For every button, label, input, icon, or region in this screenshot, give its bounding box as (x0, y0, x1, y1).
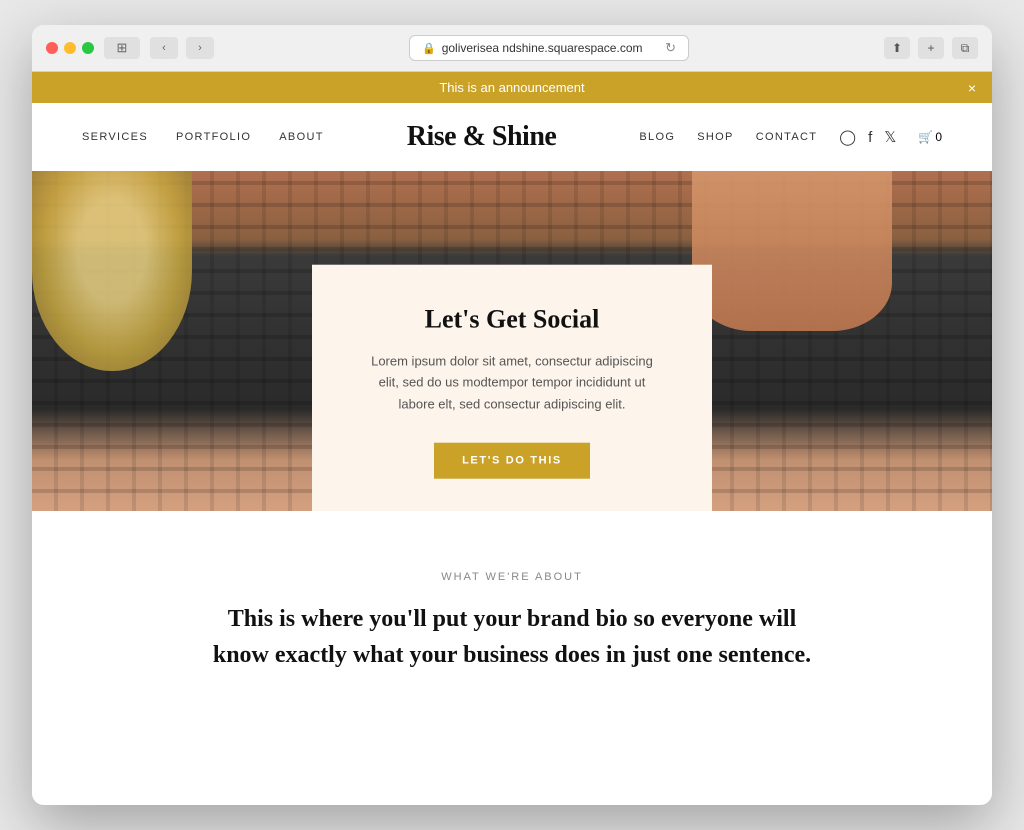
about-section: WHAT WE'RE ABOUT This is where you'll pu… (32, 511, 992, 713)
hero-card: Let's Get Social Lorem ipsum dolor sit a… (312, 265, 712, 511)
hero-section: Let's Get Social Lorem ipsum dolor sit a… (32, 171, 992, 511)
close-button[interactable] (46, 42, 58, 54)
cart-button[interactable]: 🛒 0 (918, 130, 942, 144)
nav-right: BLOG SHOP CONTACT ◯ f 𝕏 🛒 0 (639, 128, 942, 146)
facebook-icon[interactable]: f (868, 129, 872, 146)
nav-item-blog[interactable]: BLOG (639, 131, 675, 143)
forward-button[interactable]: › (186, 37, 214, 59)
tabs-button[interactable]: ⧉ (952, 37, 978, 59)
browser-window: ⊞ ‹ › 🔒 goliverisea ndshine.squarespace.… (32, 25, 992, 805)
about-headline: This is where you'll put your brand bio … (202, 601, 822, 673)
announcement-close-button[interactable]: × (968, 80, 976, 96)
twitter-icon[interactable]: 𝕏 (884, 128, 896, 146)
about-label: WHAT WE'RE ABOUT (82, 571, 942, 583)
url-display: goliverisea ndshine.squarespace.com (442, 41, 643, 55)
instagram-icon[interactable]: ◯ (839, 128, 856, 146)
website-content: This is an announcement × SERVICES PORTF… (32, 72, 992, 805)
announcement-text: This is an announcement (439, 80, 584, 95)
nav-item-about[interactable]: ABOUT (279, 131, 324, 143)
nav-social-links: ◯ f 𝕏 (839, 128, 896, 146)
hero-hand-decoration (692, 171, 892, 331)
cart-count: 0 (935, 130, 942, 144)
nav-item-portfolio[interactable]: PORTFOLIO (176, 131, 251, 143)
back-button[interactable]: ‹ (150, 37, 178, 59)
nav-item-shop[interactable]: SHOP (697, 131, 733, 143)
nav-item-services[interactable]: SERVICES (82, 131, 148, 143)
reload-icon[interactable]: ↻ (665, 40, 676, 56)
minimize-button[interactable] (64, 42, 76, 54)
browser-chrome: ⊞ ‹ › 🔒 goliverisea ndshine.squarespace.… (32, 25, 992, 72)
address-bar[interactable]: 🔒 goliverisea ndshine.squarespace.com ↻ (409, 35, 689, 61)
hero-card-title: Let's Get Social (362, 305, 662, 335)
lock-icon: 🔒 (422, 42, 436, 55)
address-bar-container: 🔒 goliverisea ndshine.squarespace.com ↻ (224, 35, 874, 61)
nav-left: SERVICES PORTFOLIO ABOUT (82, 131, 324, 143)
announcement-bar: This is an announcement × (32, 72, 992, 103)
sidebar-toggle-button[interactable]: ⊞ (104, 37, 140, 59)
hero-card-body: Lorem ipsum dolor sit amet, consectur ad… (362, 351, 662, 415)
share-button[interactable]: ⬆ (884, 37, 910, 59)
cart-icon-symbol: 🛒 (918, 130, 933, 144)
browser-actions: ⬆ + ⧉ (884, 37, 978, 59)
new-tab-button[interactable]: + (918, 37, 944, 59)
traffic-lights (46, 42, 94, 54)
browser-controls: ‹ › (150, 37, 214, 59)
hero-cta-button[interactable]: LET'S DO THIS (434, 443, 590, 479)
nav-item-contact[interactable]: CONTACT (756, 131, 818, 143)
fullscreen-button[interactable] (82, 42, 94, 54)
hero-coffee-decoration (32, 171, 192, 371)
navigation: SERVICES PORTFOLIO ABOUT Rise & Shine BL… (32, 103, 992, 171)
site-logo[interactable]: Rise & Shine (324, 121, 640, 153)
